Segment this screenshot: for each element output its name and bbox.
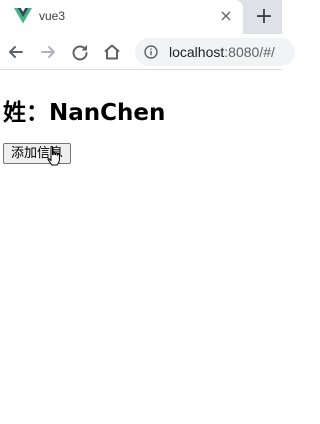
- home-button[interactable]: [99, 39, 125, 65]
- url-host: localhost: [169, 44, 225, 60]
- close-icon[interactable]: ×: [218, 8, 234, 24]
- plus-icon[interactable]: +: [252, 3, 276, 31]
- tab-strip: vue3 × +: [0, 0, 282, 34]
- browser-toolbar: localhost:8080/#/: [0, 34, 295, 70]
- page-heading: 姓：NanChen: [3, 100, 166, 126]
- tab-vue3[interactable]: vue3 ×: [0, 0, 243, 34]
- back-arrow-icon: [9, 46, 23, 58]
- reload-button[interactable]: [67, 39, 93, 65]
- add-info-button[interactable]: 添加信息: [3, 143, 71, 164]
- url-text: localhost:8080/#/: [169, 44, 275, 60]
- forward-button[interactable]: [35, 39, 61, 65]
- info-icon[interactable]: [144, 45, 158, 59]
- home-icon: [104, 44, 120, 60]
- reload-icon: [72, 45, 88, 61]
- vue-logo-icon: [14, 8, 32, 24]
- address-bar[interactable]: localhost:8080/#/: [135, 38, 295, 66]
- url-path: :8080/#/: [224, 44, 275, 60]
- page-content: 姓：NanChen 添加信息: [0, 71, 282, 424]
- back-button[interactable]: [3, 39, 29, 65]
- tab-title: vue3: [39, 9, 66, 23]
- forward-arrow-icon: [41, 46, 55, 58]
